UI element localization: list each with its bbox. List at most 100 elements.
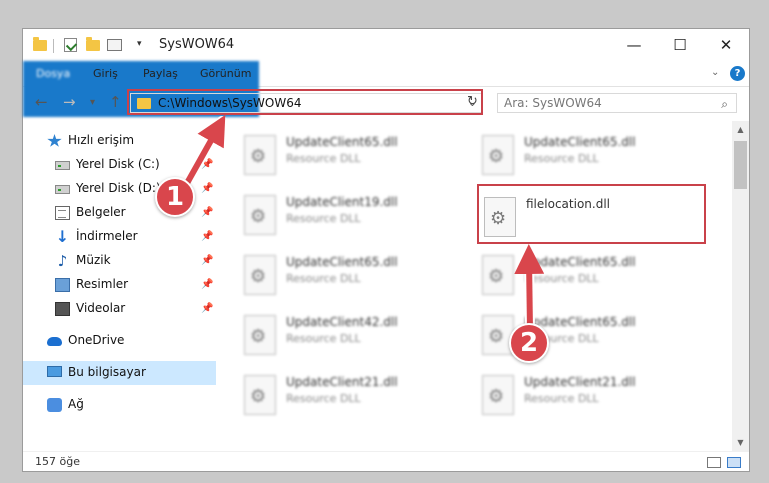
sidebar-item-label: Resimler [76,277,129,291]
pin-icon: 📌 [201,255,214,266]
callout-badge-2: 2 [509,323,549,363]
file-item[interactable]: UpdateClient65.dll Resource DLL [474,247,710,303]
file-type: Resource DLL [286,272,361,285]
search-placeholder[interactable]: Ara: SysWOW64 [504,96,602,110]
dll-file-icon [244,315,276,355]
search-box[interactable]: Ara: SysWOW64 ⌕ [497,93,737,113]
pictures-icon [55,278,70,292]
sidebar-item-onedrive[interactable]: OneDrive [23,329,216,353]
search-icon: ⌕ [721,97,728,111]
dll-file-icon [244,135,276,175]
dll-file-icon [482,255,514,295]
tab-share[interactable]: Paylaş [131,61,190,87]
sidebar-item-music[interactable]: ♪ Müzik 📌 [23,249,216,273]
file-item[interactable]: UpdateClient19.dll Resource DLL [236,187,472,243]
dll-file-icon [244,255,276,295]
item-count: 157 öğe [35,455,80,468]
status-bar: 157 öğe [23,451,749,472]
file-name: UpdateClient65.dll [524,135,636,149]
file-list: UpdateClient65.dll Resource DLL UpdateCl… [220,121,728,451]
scroll-down-icon[interactable]: ▼ [732,434,749,451]
music-icon: ♪ [57,252,68,270]
separator [53,39,54,53]
pin-icon: 📌 [201,183,214,194]
sidebar-item-label: Yerel Disk (C:) [76,157,160,171]
pin-icon: 📌 [201,279,214,290]
file-item[interactable]: UpdateClient65.dll Resource DLL [236,247,472,303]
file-type: Resource DLL [286,212,361,225]
file-name: UpdateClient65.dll [286,255,398,269]
address-highlight-box [127,89,483,115]
scroll-thumb[interactable] [734,141,747,189]
file-name: UpdateClient65.dll [286,135,398,149]
dll-file-icon [244,375,276,415]
help-icon[interactable]: ? [730,66,745,81]
network-icon [47,398,62,412]
sidebar-item-pictures[interactable]: Resimler 📌 [23,273,216,297]
pin-icon: 📌 [201,303,214,314]
folder-icon [33,37,47,51]
close-button[interactable]: ✕ [703,29,749,61]
sidebar-item-label: İndirmeler [76,229,138,243]
sidebar-item-label: Müzik [76,253,111,267]
expand-ribbon-icon[interactable]: ⌄ [711,67,719,78]
sidebar-item-label: Belgeler [76,205,126,219]
sidebar-item-quick-access[interactable]: Hızlı erişim [23,129,216,153]
file-item[interactable]: UpdateClient21.dll Resource DLL [474,367,710,423]
file-type: Resource DLL [524,152,599,165]
disk-icon [55,185,70,194]
pin-icon: 📌 [201,159,214,170]
title-bar: ▾ SysWOW64 — ☐ ✕ [23,29,749,61]
customize-quick-access-icon[interactable]: ▾ [137,39,142,55]
view-quick-icon[interactable] [107,39,122,51]
forward-button[interactable]: → [63,93,76,111]
sidebar-item-label: Hızlı erişim [68,133,135,147]
details-view-icon[interactable] [707,457,721,468]
sidebar-item-this-pc[interactable]: Bu bilgisayar [23,361,216,385]
dll-file-icon [482,375,514,415]
sidebar-item-videos[interactable]: Videolar 📌 [23,297,216,321]
dll-file-icon [244,195,276,235]
file-item[interactable]: UpdateClient21.dll Resource DLL [236,367,472,423]
download-icon: ↓ [55,227,70,246]
file-name: UpdateClient42.dll [286,315,398,329]
back-button[interactable]: ← [35,93,48,111]
sidebar-item-label: Videolar [76,301,126,315]
disk-icon [55,161,70,170]
file-name: UpdateClient19.dll [286,195,398,209]
sidebar-item-network[interactable]: Ağ [23,393,216,417]
sidebar-item-label: Yerel Disk (D:) [76,181,161,195]
file-item[interactable]: UpdateClient65.dll Resource DLL [236,127,472,183]
file-type: Resource DLL [524,392,599,405]
large-icons-view-icon[interactable] [727,457,741,468]
properties-quick-icon[interactable] [64,38,77,52]
navigation-pane: Hızlı erişim Yerel Disk (C:) 📌 Yerel Dis… [23,121,216,451]
file-type: Resource DLL [286,332,361,345]
scroll-up-icon[interactable]: ▲ [732,121,749,138]
ribbon-tabs: Dosya Giriş Paylaş Görünüm ⌄ ? [23,61,749,117]
file-highlight-box [477,184,706,244]
vertical-scrollbar[interactable]: ▲ ▼ [732,121,749,451]
computer-icon [47,366,62,377]
sidebar-item-label: Ağ [68,397,84,411]
file-item[interactable]: UpdateClient65.dll Resource DLL [474,127,710,183]
new-folder-quick-icon[interactable] [86,37,100,51]
recent-locations-button[interactable]: ▾ [90,97,95,108]
maximize-button[interactable]: ☐ [657,29,703,61]
videos-icon [55,302,70,316]
documents-icon [55,206,70,220]
file-item[interactable]: UpdateClient42.dll Resource DLL [236,307,472,363]
sidebar-item-label: Bu bilgisayar [68,365,146,379]
sidebar-item-downloads[interactable]: ↓ İndirmeler 📌 [23,225,216,249]
file-name: UpdateClient21.dll [524,375,636,389]
up-button[interactable]: ↑ [109,93,122,111]
tab-view[interactable]: Görünüm [188,61,263,87]
sidebar-item-disk-c[interactable]: Yerel Disk (C:) 📌 [23,153,216,177]
tab-home[interactable]: Giriş [81,61,130,87]
file-name: UpdateClient21.dll [286,375,398,389]
minimize-button[interactable]: — [611,29,657,61]
cloud-icon [47,337,62,346]
sidebar-item-label: OneDrive [68,333,125,347]
file-type: Resource DLL [286,152,361,165]
file-type: Resource DLL [524,272,599,285]
